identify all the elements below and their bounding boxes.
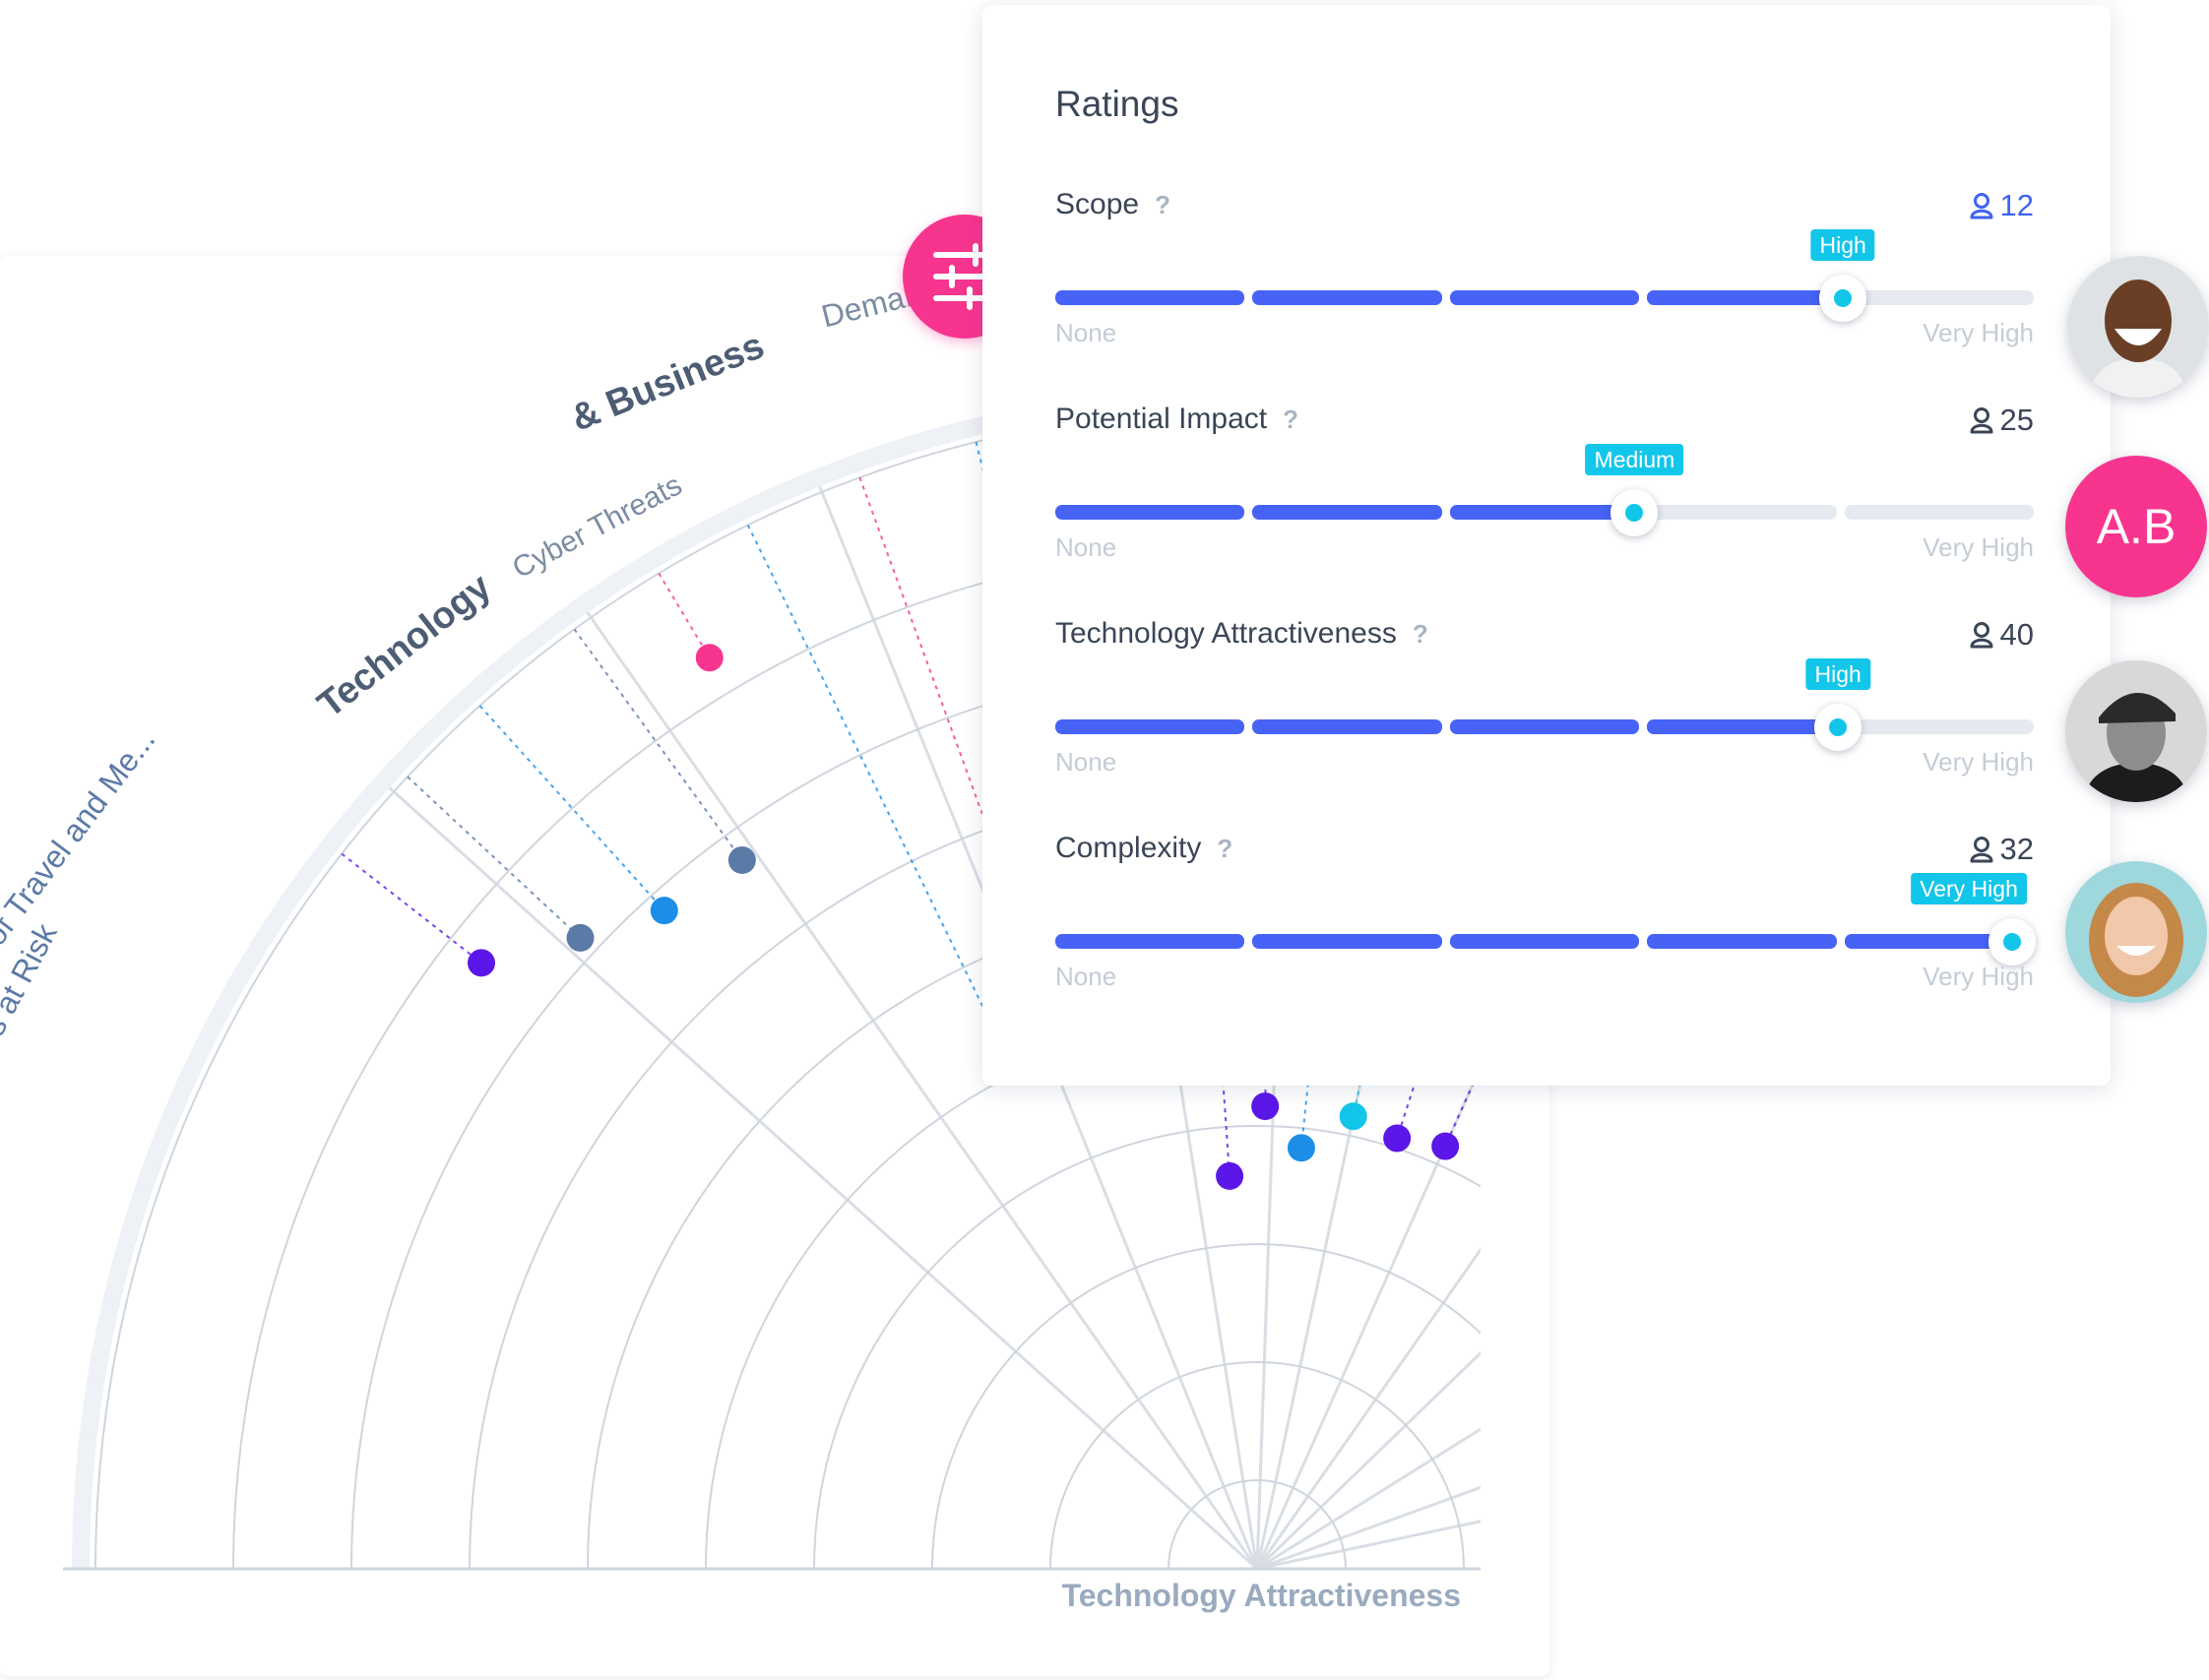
person-icon bbox=[1970, 193, 1993, 219]
slider-thumb[interactable] bbox=[1610, 489, 1659, 536]
slider-segment-fill bbox=[1449, 934, 1640, 949]
radar-dot bbox=[1287, 1134, 1315, 1162]
person-icon bbox=[1970, 407, 1993, 434]
radar-leader-line bbox=[658, 573, 711, 658]
slider-segment-fill bbox=[1449, 290, 1640, 305]
radar-category-label: niversities at Risk bbox=[0, 917, 64, 1151]
slider-thumb[interactable] bbox=[1988, 918, 2037, 965]
slider-segment-fill bbox=[1844, 934, 2013, 949]
rating-slider[interactable] bbox=[1055, 505, 2034, 520]
rating-label: Scope bbox=[1055, 188, 1140, 220]
radar-dot bbox=[695, 644, 724, 672]
slider-thumb[interactable] bbox=[1814, 704, 1862, 751]
radar-dot bbox=[566, 923, 595, 952]
voters-count[interactable]: 12 bbox=[1969, 188, 2034, 223]
voters-count[interactable]: 25 bbox=[1969, 403, 2034, 438]
voters-count[interactable]: 32 bbox=[1969, 832, 2034, 867]
radar-axis-label: Technology Attractiveness bbox=[1062, 1578, 1461, 1613]
slider-min-label: None bbox=[1055, 318, 1117, 347]
slider-segment-fill bbox=[1252, 934, 1442, 949]
slider-segment bbox=[1844, 290, 2034, 305]
slider-segment-fill bbox=[1449, 505, 1635, 520]
slider-segment-fill bbox=[1449, 719, 1640, 734]
rating-label: Complexity bbox=[1055, 832, 1202, 864]
voters-count[interactable]: 40 bbox=[1969, 617, 2034, 653]
slider-max-label: Very High bbox=[1923, 962, 2034, 991]
slider-segment bbox=[1844, 505, 2034, 520]
rating-row-potential-impact: Potential Impact? 25 Medium None Very Hi… bbox=[1055, 403, 2034, 609]
radar-leader-line bbox=[746, 524, 1004, 1048]
question-icon[interactable]: ? bbox=[1413, 619, 1428, 649]
radar-category-label: Cyber Threats bbox=[507, 468, 687, 585]
slider-segment bbox=[1844, 719, 2034, 734]
ratings-panel: Ratings Scope? 12 High None Very High Po… bbox=[982, 5, 2111, 1086]
radar-category-label: h Systems bbox=[0, 1101, 6, 1252]
slider-segment-fill bbox=[1252, 505, 1442, 520]
value-badge: High bbox=[1810, 229, 1875, 261]
radar-leader-line bbox=[407, 776, 582, 939]
slider-max-label: Very High bbox=[1923, 747, 2034, 777]
avatar-smiling-man[interactable] bbox=[2067, 256, 2209, 398]
rating-row-complexity: Complexity? 32 Very High None Very High bbox=[1055, 832, 2037, 1038]
radar-dot bbox=[1515, 1343, 1543, 1371]
avatar-smiling-woman[interactable] bbox=[2065, 861, 2207, 1003]
radar-dot bbox=[727, 845, 756, 874]
value-badge: High bbox=[1805, 658, 1870, 690]
slider-segment-fill bbox=[1647, 934, 1837, 949]
radar-grid-ring bbox=[705, 1017, 1481, 1569]
radar-grid-ring bbox=[931, 1243, 1481, 1569]
question-icon[interactable]: ? bbox=[1217, 834, 1232, 863]
rating-row-technology-attractiveness: Technology Attractiveness? 40 High None … bbox=[1055, 617, 2034, 824]
slider-segment-fill bbox=[1055, 505, 1245, 520]
slider-segment-fill bbox=[1252, 719, 1442, 734]
radar-category-label: & Business bbox=[566, 325, 771, 439]
slider-min-label: None bbox=[1055, 962, 1117, 991]
radar-dot bbox=[1431, 1132, 1460, 1160]
slider-segment-fill bbox=[1055, 934, 1245, 949]
avatar-initials[interactable]: A.B bbox=[2065, 456, 2207, 597]
rating-slider[interactable] bbox=[1055, 719, 2034, 734]
rating-slider[interactable] bbox=[1055, 290, 2034, 305]
slider-min-label: None bbox=[1055, 532, 1117, 562]
radar-dot bbox=[650, 897, 678, 925]
radar-leader-line bbox=[341, 852, 482, 964]
slider-segment bbox=[1647, 505, 1837, 520]
question-icon[interactable]: ? bbox=[1155, 190, 1170, 219]
panel-title: Ratings bbox=[1055, 84, 1179, 124]
slider-max-label: Very High bbox=[1923, 532, 2034, 562]
slider-segment-fill bbox=[1647, 719, 1837, 734]
radar-dot bbox=[1216, 1161, 1244, 1190]
value-badge: Very High bbox=[1911, 873, 2027, 904]
radar-dot bbox=[1383, 1124, 1412, 1152]
slider-segment-fill bbox=[1252, 290, 1442, 305]
person-icon bbox=[1970, 837, 1993, 863]
radar-dot bbox=[1251, 1092, 1280, 1121]
value-badge: Medium bbox=[1585, 444, 1684, 475]
slider-segment-fill bbox=[1055, 719, 1245, 734]
rating-label: Technology Attractiveness bbox=[1055, 617, 1397, 650]
slider-max-label: Very High bbox=[1923, 318, 2034, 347]
slider-segment-fill bbox=[1055, 290, 1245, 305]
slider-min-label: None bbox=[1055, 747, 1117, 777]
question-icon[interactable]: ? bbox=[1283, 404, 1298, 434]
slider-thumb[interactable] bbox=[1819, 275, 1867, 322]
rating-row-scope: Scope? 12 High None Very High bbox=[1055, 188, 2034, 395]
slider-segment-fill bbox=[1647, 290, 1837, 305]
radar-dot bbox=[467, 949, 495, 977]
person-icon bbox=[1970, 622, 1993, 649]
rating-slider[interactable] bbox=[1055, 934, 2034, 949]
radar-dot bbox=[1339, 1102, 1367, 1131]
rating-label: Potential Impact bbox=[1055, 403, 1268, 435]
radar-dot bbox=[1509, 1238, 1537, 1266]
avatar-man-cap[interactable] bbox=[2065, 660, 2207, 802]
